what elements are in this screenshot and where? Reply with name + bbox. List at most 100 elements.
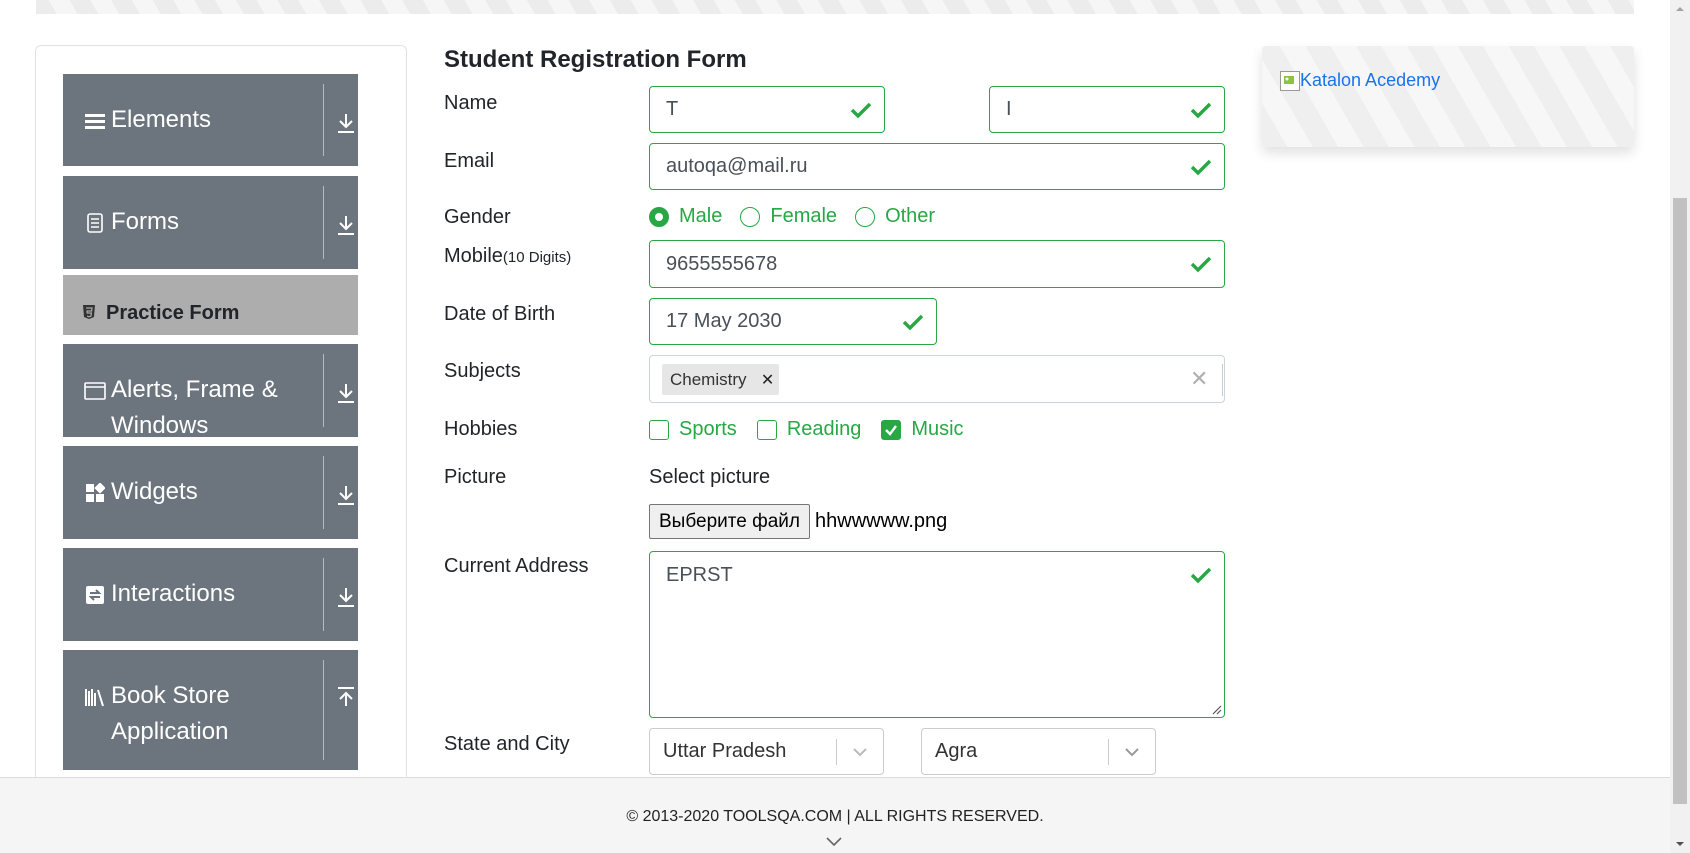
chevron-down-icon: [334, 482, 358, 508]
hobbies-checkbox-group: Sports Reading Music: [649, 418, 982, 441]
document-icon: [84, 212, 106, 234]
html5-icon: [82, 304, 96, 320]
gender-radio-female[interactable]: Female: [740, 205, 837, 228]
check-icon: [1190, 102, 1212, 118]
subjects-input[interactable]: Chemistry ✕ ✕: [649, 355, 1225, 403]
address-label: Current Address: [444, 555, 589, 577]
mobile-input[interactable]: 9655555678: [649, 240, 1225, 288]
name-label: Name: [444, 92, 498, 114]
checkbox-unchecked: [649, 419, 669, 440]
radio-selected: [649, 206, 669, 227]
state-city-label: State and City: [444, 733, 570, 755]
check-icon: [1190, 159, 1212, 175]
top-banner: [36, 0, 1634, 14]
city-value: Agra: [935, 740, 978, 762]
chevron-down-icon[interactable]: [824, 835, 844, 849]
chevron-down-icon: [853, 748, 867, 757]
radio-unselected: [740, 206, 761, 227]
chevron-down-icon: [334, 110, 358, 136]
sidebar-group-forms[interactable]: Forms: [63, 176, 358, 269]
email-field[interactable]: autoqa@mail.ru: [649, 143, 1225, 190]
sidebar-group-title: Widgets: [111, 478, 198, 505]
page-title: Student Registration Form: [444, 46, 747, 73]
gender-label: Gender: [444, 206, 511, 228]
gender-radio-other[interactable]: Other: [855, 205, 935, 228]
dob-input[interactable]: 17 May 2030: [649, 298, 937, 345]
subject-chip: Chemistry ✕: [662, 364, 779, 395]
state-value: Uttar Pradesh: [663, 740, 787, 762]
subjects-label: Subjects: [444, 360, 521, 382]
menu-icon: [84, 110, 106, 132]
ad-link[interactable]: Katalon Acedemy: [1280, 70, 1440, 91]
gender-radio-group: Male Female Other: [649, 205, 953, 228]
sidebar-group-title-line2: Application: [111, 718, 229, 745]
widgets-icon: [84, 482, 106, 504]
resize-handle-icon[interactable]: [1210, 703, 1222, 715]
first-name-value: T: [666, 98, 679, 120]
sidebar-group-title: Forms: [111, 208, 179, 235]
email-label: Email: [444, 150, 495, 172]
select-picture-label: Select picture: [649, 466, 771, 488]
sidebar-group-widgets[interactable]: Widgets: [63, 446, 358, 539]
sidebar-item-practice-form[interactable]: Practice Form: [63, 275, 358, 335]
interactions-icon: [84, 584, 106, 606]
sidebar-group-title: Interactions: [111, 580, 236, 607]
sidebar-group-book-store[interactable]: Book Store Application: [63, 650, 358, 770]
window-icon: [84, 380, 106, 402]
check-icon: [902, 314, 924, 330]
chevron-down-icon: [334, 380, 358, 406]
clear-icon[interactable]: ✕: [1190, 368, 1210, 390]
footer-copyright: © 2013-2020 TOOLSQA.COM | ALL RIGHTS RES…: [626, 808, 1044, 825]
mobile-value: 9655555678: [666, 252, 778, 275]
first-name-input[interactable]: T: [649, 86, 885, 133]
subject-chip-label: Chemistry: [670, 369, 747, 389]
dob-label: Date of Birth: [444, 303, 556, 325]
state-select[interactable]: Uttar Pradesh: [649, 728, 884, 775]
books-icon: [84, 686, 106, 708]
current-address-textarea[interactable]: EPRST: [649, 551, 1225, 718]
last-name-input[interactable]: I: [989, 86, 1225, 133]
ad-alt-text: Katalon Acedemy: [1300, 70, 1441, 90]
hobby-checkbox-reading[interactable]: Reading: [756, 418, 861, 441]
city-select[interactable]: Agra: [921, 728, 1156, 775]
radio-unselected: [855, 206, 876, 227]
checkbox-checked: [881, 419, 902, 440]
dob-value: 17 May 2030: [666, 310, 782, 332]
hobby-checkbox-sports[interactable]: Sports: [649, 418, 737, 441]
checkbox-unchecked: [756, 419, 777, 440]
last-name-value: I: [1006, 98, 1012, 120]
sidebar-group-title-line2: Windows: [111, 412, 209, 439]
sidebar-group-alerts[interactable]: Alerts, Frame & Windows: [63, 344, 358, 439]
chevron-down-icon: [334, 584, 358, 610]
scroll-down-icon[interactable]: [1675, 839, 1685, 849]
sidebar-group-title: Alerts, Frame &: [111, 376, 278, 403]
address-value: EPRST: [666, 564, 733, 586]
check-icon: [1190, 567, 1212, 584]
page-scrollbar[interactable]: [1670, 0, 1690, 853]
sidebar-item-label: Practice Form: [106, 302, 240, 324]
ad-banner: Katalon Acedemy: [1262, 46, 1634, 147]
email-value: autoqa@mail.ru: [666, 155, 808, 177]
scroll-up-icon[interactable]: [1675, 4, 1685, 14]
sidebar-group-title: Elements: [111, 106, 212, 133]
hobby-checkbox-music[interactable]: Music: [881, 418, 964, 441]
chevron-up-icon: [334, 684, 358, 710]
hobbies-label: Hobbies: [444, 418, 518, 440]
footer: © 2013-2020 TOOLSQA.COM | ALL RIGHTS RES…: [0, 777, 1670, 853]
chevron-down-icon: [1125, 748, 1139, 757]
remove-chip-icon[interactable]: ✕: [757, 364, 779, 395]
gender-radio-male[interactable]: Male: [649, 205, 722, 228]
sidebar: Elements Forms Practice Form Alerts, Fra…: [35, 45, 407, 805]
choose-file-button[interactable]: Выберите файл: [649, 504, 810, 539]
sidebar-group-interactions[interactable]: Interactions: [63, 548, 358, 641]
mobile-hint: (10 Digits): [502, 249, 572, 266]
sidebar-group-elements[interactable]: Elements: [63, 74, 358, 166]
check-icon: [1190, 256, 1212, 273]
broken-image-icon: [1280, 70, 1300, 91]
chevron-down-icon: [334, 212, 358, 238]
scrollbar-thumb[interactable]: [1673, 198, 1687, 804]
file-name: hhwwwww.png: [815, 510, 948, 532]
mobile-label: Mobile(10 Digits): [444, 245, 572, 267]
sidebar-group-title: Book Store: [111, 682, 230, 709]
check-icon: [850, 102, 872, 118]
